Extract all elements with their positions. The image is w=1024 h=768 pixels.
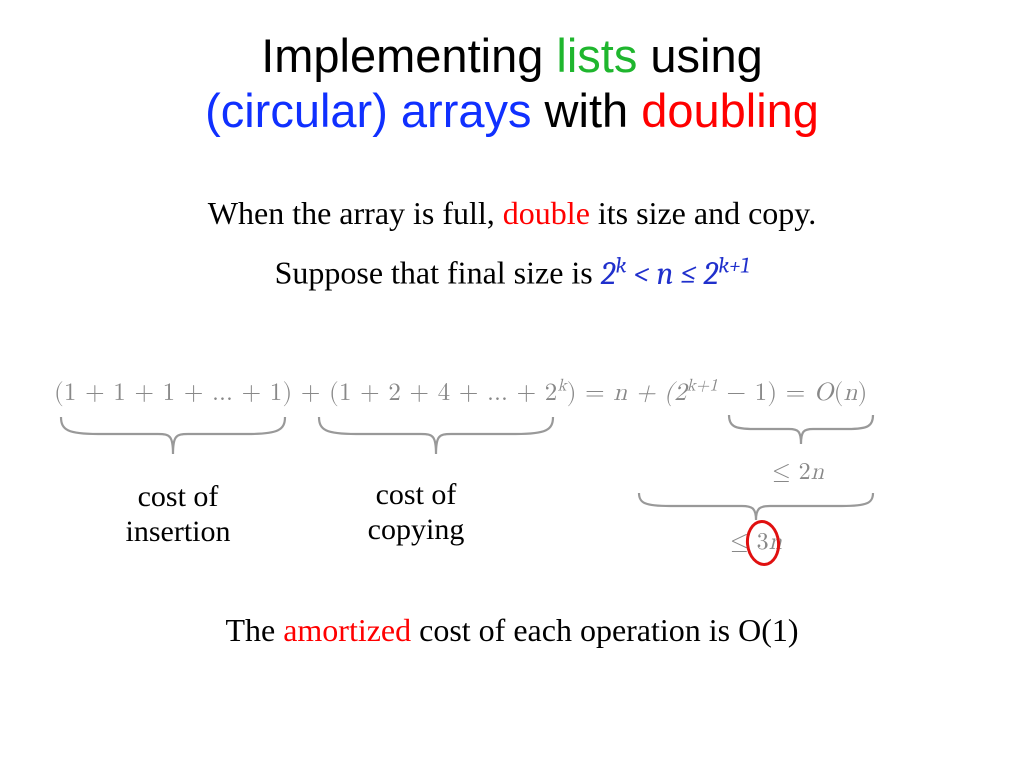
eq-mid-exp: k+1: [687, 378, 718, 395]
label-le-2n: ≤ 2n: [772, 458, 824, 487]
bottom-line: The amortized cost of each operation is …: [0, 612, 1024, 649]
equation: (1 + 1 + 1 + … + 1) + (1 + 2 + 4 + … + 2…: [54, 378, 868, 408]
title-word-lists: lists: [556, 29, 637, 82]
slide-title: Implementing lists using (circular) arra…: [0, 28, 1024, 139]
bottom-c: cost of each operation is O(1): [411, 612, 798, 648]
label-cost-insertion: cost ofinsertion: [98, 480, 258, 549]
title-word-doubling: doubling: [641, 84, 819, 137]
sub2-math: 2k < n ≤ 2k+1: [601, 255, 750, 292]
le2n-b: n: [811, 460, 824, 484]
eq-eq2: =: [777, 380, 814, 405]
title-word-implementing: Implementing: [261, 29, 556, 82]
title-word-circular-arrays: (circular) arrays: [205, 84, 531, 137]
eq-lhs2-close: ): [567, 380, 577, 405]
eq-lhs1: (1 + 1 + 1 + … + 1): [54, 380, 292, 405]
sub1-c: its size and copy.: [590, 195, 816, 231]
eq-plus: +: [292, 380, 329, 405]
sub1-b: double: [503, 195, 590, 231]
bottom-a: The: [225, 612, 283, 648]
eq-eq1: =: [577, 380, 614, 405]
eq-lhs2-open: (1 + 2 + 4 + … + 2: [329, 380, 557, 405]
brace-insertion-icon: [58, 414, 288, 470]
title-word-using: using: [637, 29, 762, 82]
bottom-b: amortized: [283, 612, 411, 648]
eq-mid-b: − 1): [718, 380, 777, 405]
sub2-a: Suppose that final size is: [275, 255, 601, 291]
brace-copying-icon: [316, 414, 556, 470]
sub1-a: When the array is full,: [208, 195, 503, 231]
le2n-a: ≤ 2: [772, 460, 811, 484]
eq-mid-a: n + (2: [613, 380, 686, 405]
subtitle-1: When the array is full, double its size …: [0, 195, 1024, 232]
brace-2n-icon: [726, 412, 876, 456]
slide: Implementing lists using (circular) arra…: [0, 0, 1024, 768]
label-cost-copying: cost ofcopying: [336, 478, 496, 547]
eq-lhs2-exp: k: [558, 378, 567, 395]
subtitle-2: Suppose that final size is 2k < n ≤ 2k+1: [0, 252, 1024, 292]
eq-rhs: O(n): [814, 380, 868, 405]
title-word-with: with: [532, 84, 642, 137]
